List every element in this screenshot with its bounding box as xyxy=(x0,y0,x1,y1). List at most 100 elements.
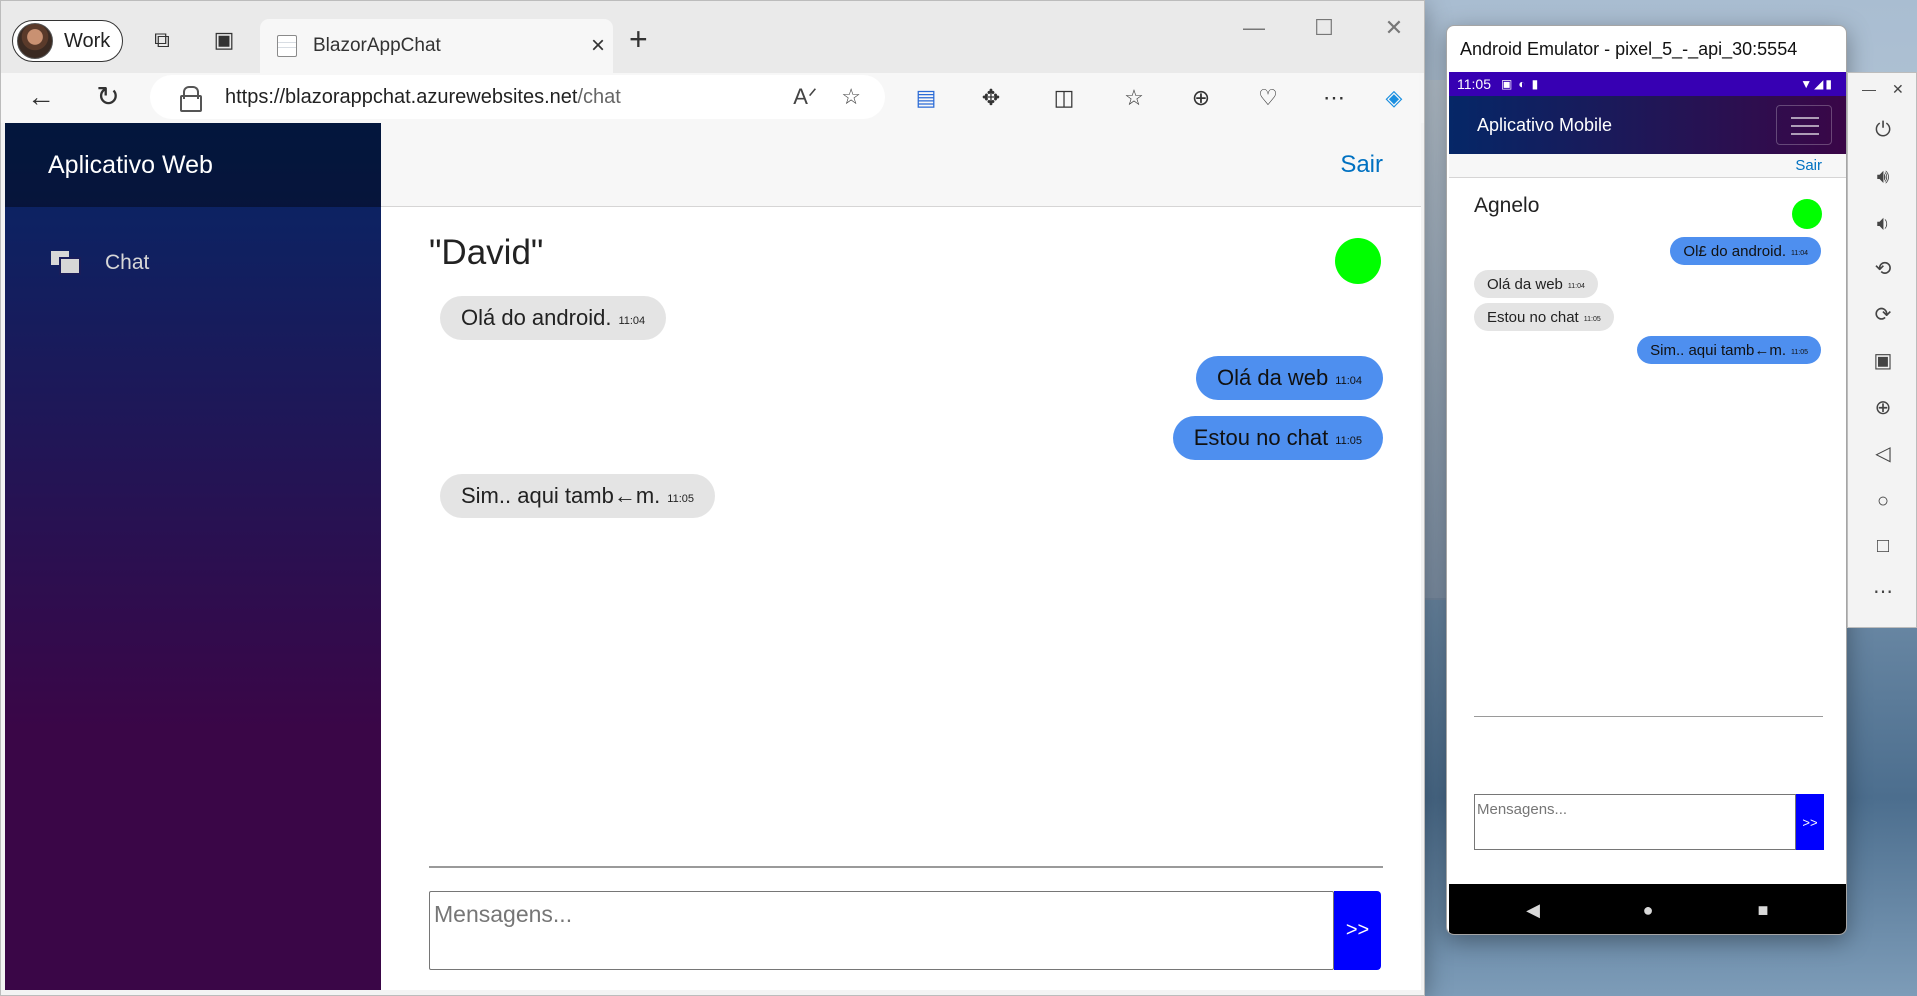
app-available-icon[interactable]: ▤ xyxy=(911,83,941,113)
mobile-top-row: Sair xyxy=(1449,154,1846,178)
mobile-message-bubble: Estou no chat 11:05 xyxy=(1474,303,1614,331)
page-icon xyxy=(277,35,297,57)
sidebar-item-label: Chat xyxy=(105,251,150,274)
android-home-icon[interactable]: ● xyxy=(1636,900,1660,920)
android-back-icon[interactable]: ◀ xyxy=(1521,900,1545,920)
split-screen-icon[interactable]: ◫ xyxy=(1049,83,1079,113)
android-status-bar: 11:05 ▣◐▮ ▼◢▮ xyxy=(1449,72,1846,96)
browser-window: Work ⧉ ▣ BlazorAppChat × + — ☐ ✕ ← ↻ htt… xyxy=(0,0,1425,996)
mobile-contact-name: Agnelo xyxy=(1474,194,1540,217)
signal-battery-icon: ▼◢▮ xyxy=(1800,77,1834,91)
zoom-icon[interactable]: ⊕ xyxy=(1870,395,1896,421)
tab-title: BlazorAppChat xyxy=(313,35,441,56)
collections-icon[interactable]: ⊕ xyxy=(1186,83,1216,113)
message-bubble: Olá da web 11:04 xyxy=(1195,356,1383,400)
more-icon[interactable]: ⋯ xyxy=(1870,579,1896,605)
phone-screen: 11:05 ▣◐▮ ▼◢▮ Aplicativo Mobile Sair Agn… xyxy=(1449,72,1846,934)
message-bubble: Estou no chat 11:05 xyxy=(1172,416,1383,460)
tab-bar: Work ⧉ ▣ BlazorAppChat × + — ☐ ✕ xyxy=(1,1,1424,73)
url-field[interactable]: https://blazorappchat.azurewebsites.net/… xyxy=(150,75,885,119)
sidebar: Aplicativo Web Chat xyxy=(5,123,381,990)
message-time: 11:05 xyxy=(1791,348,1808,356)
message-time: 11:05 xyxy=(1583,315,1601,323)
back-icon[interactable]: ◁ xyxy=(1870,441,1896,467)
close-window-button[interactable]: ✕ xyxy=(1374,15,1414,41)
rotate-left-icon[interactable]: ⟲ xyxy=(1870,256,1896,282)
lock-icon[interactable] xyxy=(180,86,202,112)
divider xyxy=(429,866,1383,868)
brand-title[interactable]: Aplicativo Web xyxy=(5,123,381,207)
message-bubble: Olá do android. 11:04 xyxy=(440,296,667,340)
address-bar: ← ↻ https://blazorappchat.azurewebsites.… xyxy=(1,73,1424,123)
back-icon[interactable]: ← xyxy=(25,81,57,113)
message-time: 11:04 xyxy=(1335,375,1362,387)
menu-icon[interactable] xyxy=(1776,105,1832,145)
vertical-tabs-icon[interactable]: ▣ xyxy=(211,27,237,53)
chat-icon xyxy=(51,251,81,275)
mobile-app-title: Aplicativo Mobile xyxy=(1477,114,1613,135)
power-icon[interactable]: ⏻ xyxy=(1870,117,1896,143)
online-status-indicator xyxy=(1335,238,1381,284)
home-icon[interactable]: ○ xyxy=(1870,488,1896,514)
message-time: 11:04 xyxy=(1567,282,1585,290)
message-text: Ol£ do android. xyxy=(1683,242,1786,260)
android-nav-bar: ◀ ● ■ xyxy=(1449,884,1846,934)
contact-name: "David" xyxy=(429,233,544,272)
send-button[interactable]: >> xyxy=(1334,891,1381,970)
android-overview-icon[interactable]: ■ xyxy=(1751,900,1775,920)
message-time: 11:05 xyxy=(667,493,694,505)
web-page: Aplicativo Web Chat Sair "David" Olá do … xyxy=(5,123,1421,990)
volume-down-icon[interactable]: 🔉︎ xyxy=(1870,211,1896,237)
maximize-button[interactable]: ☐ xyxy=(1304,15,1344,41)
camera-icon[interactable]: ▣ xyxy=(1870,348,1896,374)
profile-label: Work xyxy=(64,29,111,52)
message-input[interactable]: Mensagens... xyxy=(429,891,1334,970)
avatar xyxy=(17,23,53,59)
mobile-send-button[interactable]: >> xyxy=(1796,794,1824,850)
main-content: Sair "David" Olá do android. 11:04 Olá d… xyxy=(381,123,1421,990)
message-text: Olá do android. xyxy=(461,305,612,330)
message-text: Estou no chat xyxy=(1193,425,1329,450)
emulator-title: Android Emulator - pixel_5_-_api_30:5554 xyxy=(1460,38,1798,59)
message-time: 11:05 xyxy=(1335,435,1362,447)
mobile-online-status-indicator xyxy=(1792,199,1822,229)
top-row: Sair xyxy=(381,123,1421,207)
tab-blazorappchat[interactable]: BlazorAppChat × xyxy=(260,19,613,73)
message-text: Estou no chat xyxy=(1487,308,1579,326)
browser-essentials-icon[interactable]: ♡ xyxy=(1253,83,1283,113)
mobile-message-input[interactable]: Mensagens... xyxy=(1474,794,1796,850)
favorites-icon[interactable]: ☆ xyxy=(1119,83,1149,113)
close-tab-icon[interactable]: × xyxy=(583,32,613,60)
signout-link[interactable]: Sair xyxy=(1340,151,1383,179)
refresh-icon[interactable]: ↻ xyxy=(92,81,124,113)
copilot-icon[interactable]: ◈ xyxy=(1379,83,1409,113)
emulator-side-toolbar: — ✕ ⏻ 🔊︎ 🔉︎ ⟲ ⟳ ▣ ⊕ ◁ ○ □ ⋯ xyxy=(1847,72,1917,628)
side-close-icon[interactable]: ✕ xyxy=(1892,81,1904,98)
notification-icons: ▣◐▮ xyxy=(1501,77,1545,91)
volume-up-icon[interactable]: 🔊︎ xyxy=(1870,164,1896,190)
mobile-signout-link[interactable]: Sair xyxy=(1795,157,1822,174)
workspaces-icon[interactable]: ⧉ xyxy=(149,27,175,53)
side-minimize-icon[interactable]: — xyxy=(1862,81,1876,97)
extensions-icon[interactable]: ✥ xyxy=(976,83,1006,113)
new-tab-button[interactable]: + xyxy=(629,23,648,55)
status-time: 11:05 xyxy=(1457,76,1491,92)
mobile-message-bubble: Olá da web 11:04 xyxy=(1474,270,1598,298)
message-text: Olá da web xyxy=(1216,365,1329,390)
message-text: Sim.. aqui tamb←m. xyxy=(1650,341,1786,359)
mobile-message-bubble: Sim.. aqui tamb←m. 11:05 xyxy=(1637,336,1821,364)
sidebar-item-chat[interactable]: Chat xyxy=(51,251,149,275)
read-aloud-icon[interactable]: Aᐟ xyxy=(793,84,817,110)
more-icon[interactable]: ⋯ xyxy=(1319,83,1349,113)
url-text: https://blazorappchat.azurewebsites.net/… xyxy=(225,85,621,108)
message-text: Olá da web xyxy=(1487,275,1563,293)
mobile-message-bubble: Ol£ do android. 11:04 xyxy=(1670,237,1821,265)
message-text: Sim.. aqui tamb←m. xyxy=(461,483,661,508)
overview-icon[interactable]: □ xyxy=(1870,533,1896,559)
mobile-header: Aplicativo Mobile xyxy=(1449,96,1846,154)
profile-button[interactable]: Work xyxy=(12,20,123,62)
rotate-right-icon[interactable]: ⟳ xyxy=(1870,302,1896,328)
favorite-star-icon[interactable]: ☆ xyxy=(841,84,861,110)
emulator-window: Android Emulator - pixel_5_-_api_30:5554… xyxy=(1446,25,1847,935)
minimize-button[interactable]: — xyxy=(1234,15,1274,41)
